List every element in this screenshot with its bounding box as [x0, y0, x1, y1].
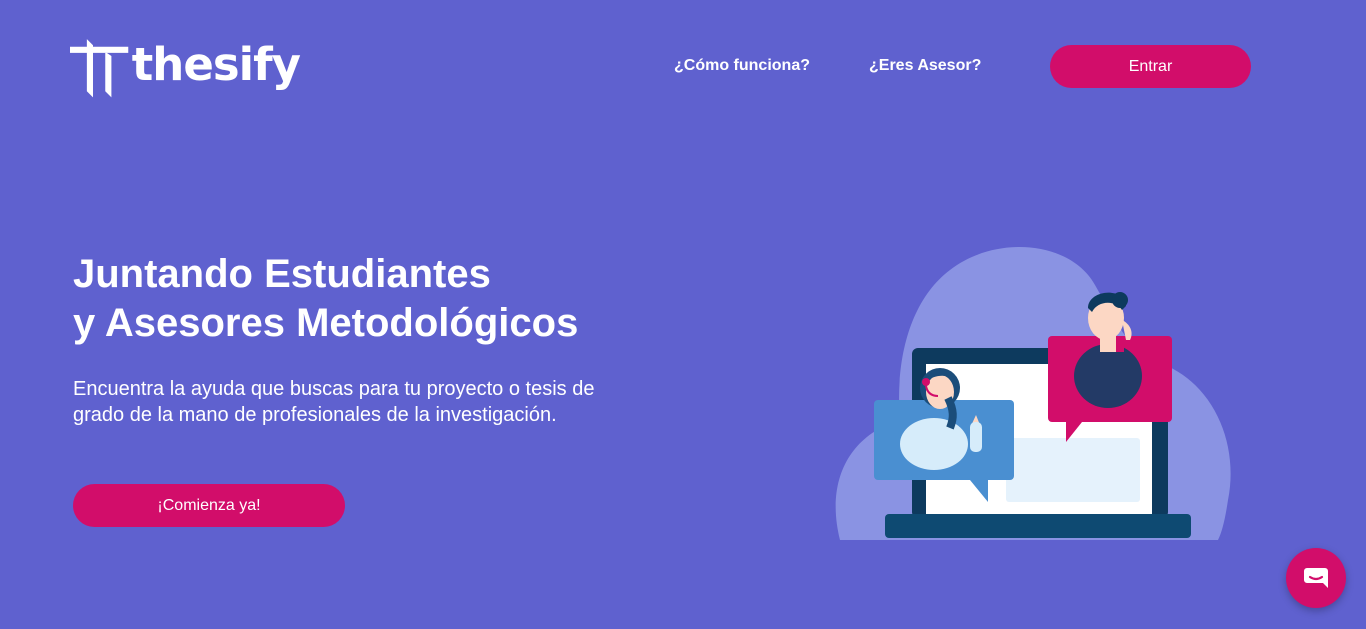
hero-title: Juntando Estudiantes y Asesores Metodoló… [73, 250, 578, 348]
nav-como-funciona-link[interactable]: ¿Cómo funciona? [674, 57, 810, 75]
nav-eres-asesor-link[interactable]: ¿Eres Asesor? [869, 57, 981, 75]
get-started-button-label: ¡Comienza ya! [157, 496, 261, 514]
get-started-button[interactable]: ¡Comienza ya! [73, 484, 345, 527]
brand-name: thesify [131, 37, 301, 91]
login-button-label: Entrar [1128, 57, 1173, 75]
chat-icon [1304, 568, 1328, 588]
brand-logo[interactable]: thesify [70, 30, 301, 108]
page: thesify ¿Cómo funciona? ¿Eres Asesor? En… [0, 0, 1366, 629]
login-button[interactable]: Entrar [1050, 45, 1251, 88]
hero-title-line-1: Juntando Estudiantes [73, 252, 491, 296]
hero-description: Encuentra la ayuda que buscas para tu pr… [73, 378, 595, 426]
chat-widget-button[interactable] [1286, 548, 1346, 608]
video-call-illustration-icon [835, 247, 1231, 540]
thesify-logo-icon [70, 39, 129, 98]
hero-title-line-2: y Asesores Metodológicos [73, 301, 579, 345]
